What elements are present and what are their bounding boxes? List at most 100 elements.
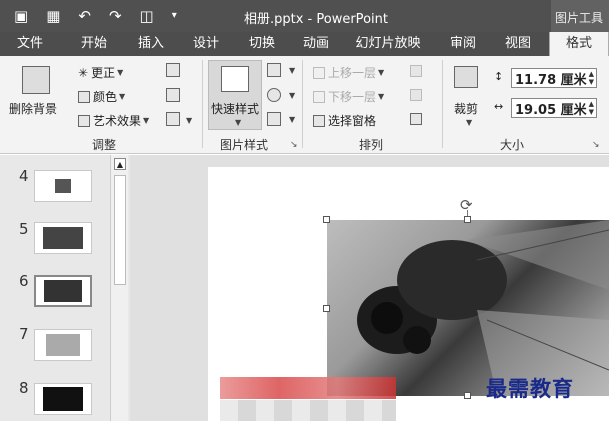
quick-styles-label: 快速样式 — [211, 102, 260, 116]
chevron-down-icon: ▼ — [289, 115, 296, 124]
group-label-picture-styles: 图片样式 — [220, 138, 269, 152]
slide-thumbnail[interactable] — [34, 329, 92, 361]
slide-number: 4 — [19, 167, 29, 185]
corrections-button[interactable]: ✳ 更正 ▼ — [78, 64, 123, 81]
tab-insert[interactable]: 插入 — [131, 32, 171, 56]
chevron-down-icon: ▼ — [143, 116, 150, 125]
tab-design[interactable]: 设计 — [186, 32, 226, 56]
group-label-arrange: 排列 — [359, 138, 384, 152]
height-icon: ↕ — [494, 70, 504, 83]
slide-thumbnail[interactable] — [34, 383, 92, 415]
slide-number: 8 — [19, 379, 29, 397]
dialog-launcher-icon[interactable]: ↘ — [290, 140, 298, 150]
selected-picture[interactable] — [327, 220, 609, 396]
chevron-down-icon: ▼ — [378, 92, 385, 101]
ribbon: 删除背景 ✳ 更正 ▼ 颜色 ▼ 艺术效果 ▼ ▼ 调整 快速样式 ▼ ▼ ▼ ▼ 图… — [0, 56, 609, 154]
height-input[interactable]: 11.78 厘米 ▲ ▼ — [511, 68, 597, 88]
quick-access-toolbar: ▣ ▦ ↶ ↷ ◫ ▾ — [14, 6, 177, 26]
tab-animations[interactable]: 动画 — [296, 32, 336, 56]
remove-background-button[interactable]: 删除背景 — [9, 100, 57, 117]
chevron-down-icon: ▼ — [289, 66, 296, 75]
width-icon: ↔ — [494, 100, 504, 113]
picture-tools-context: 图片工具 — [551, 0, 609, 32]
start-show-icon[interactable]: ◫ — [140, 6, 154, 26]
resize-handle[interactable] — [323, 216, 330, 223]
tab-transitions[interactable]: 切换 — [242, 32, 282, 56]
save-icon[interactable]: ▦ — [46, 6, 60, 26]
reset-picture-icon[interactable] — [166, 112, 180, 126]
slide-number: 5 — [19, 220, 29, 238]
corrections-icon: ✳ — [78, 65, 89, 80]
scrollbar-thumb[interactable] — [114, 175, 126, 285]
bring-forward-icon — [313, 66, 325, 79]
crop-icon — [454, 66, 478, 88]
thumbnail-scrollbar[interactable]: ▲ — [110, 155, 128, 421]
redo-icon[interactable]: ↷ — [109, 6, 122, 26]
thumbnail-image — [55, 179, 71, 193]
resize-handle[interactable] — [464, 216, 471, 223]
artistic-effects-button[interactable]: 艺术效果 ▼ — [78, 112, 149, 129]
group-label-size: 大小 — [500, 138, 525, 152]
width-input[interactable]: 19.05 厘米 ▲ ▼ — [511, 98, 597, 118]
thumbnail-image — [44, 280, 82, 302]
dragonfly-image — [357, 220, 609, 396]
title-bar: ▣ ▦ ↶ ↷ ◫ ▾ 相册.pptx - PowerPoint 图片工具 — [0, 0, 609, 32]
chevron-down-icon: ▼ — [289, 91, 296, 100]
group-objects-icon[interactable] — [410, 89, 422, 101]
chevron-down-icon: ▼ — [235, 118, 242, 127]
selection-pane-icon — [313, 114, 325, 127]
picture-effects-icon[interactable] — [267, 88, 281, 102]
resize-handle[interactable] — [323, 305, 330, 312]
powerpoint-icon[interactable]: ▣ — [14, 6, 28, 26]
crop-button[interactable]: 裁剪 — [454, 100, 478, 117]
slide-number: 7 — [19, 325, 29, 343]
window-title: 相册.pptx - PowerPoint — [244, 12, 388, 27]
rotate-handle-icon[interactable]: ⟳ — [460, 196, 473, 214]
ribbon-tabs: 文件 开始 插入 设计 切换 动画 幻灯片放映 审阅 视图 格式 — [0, 32, 609, 56]
selection-pane-button[interactable]: 选择窗格 — [313, 112, 376, 129]
spinner-icon[interactable]: ▲ ▼ — [589, 100, 594, 116]
picture-border-icon[interactable] — [267, 63, 281, 77]
remove-background-icon — [22, 66, 50, 94]
slide-thumbnail[interactable] — [34, 222, 92, 254]
slide-thumbnail-selected[interactable] — [34, 275, 92, 307]
send-backward-button[interactable]: 下移一层 ▼ — [313, 88, 384, 105]
thumbnail-image — [43, 387, 83, 411]
chevron-down-icon: ▼ — [119, 92, 126, 101]
watermark-text: 最需教育 — [486, 376, 574, 401]
group-separator — [202, 60, 203, 148]
chevron-down-icon: ▼ — [466, 118, 473, 127]
scroll-up-icon[interactable]: ▲ — [114, 158, 126, 170]
send-backward-icon — [313, 90, 325, 103]
group-separator — [442, 60, 443, 148]
spinner-icon[interactable]: ▲ ▼ — [589, 70, 594, 86]
tab-home[interactable]: 开始 — [74, 32, 114, 56]
chevron-down-icon: ▼ — [378, 68, 385, 77]
redacted-area — [220, 400, 396, 421]
quick-styles-icon — [221, 66, 249, 92]
change-picture-icon[interactable] — [166, 88, 180, 102]
tab-view[interactable]: 视图 — [498, 32, 538, 56]
tab-review[interactable]: 审阅 — [443, 32, 483, 56]
picture-layout-icon[interactable] — [267, 112, 281, 126]
undo-icon[interactable]: ↶ — [78, 6, 91, 26]
tab-slide-show[interactable]: 幻灯片放映 — [348, 32, 428, 56]
chevron-down-icon: ▼ — [186, 116, 193, 125]
chevron-down-icon: ▼ — [117, 68, 124, 77]
slide-thumbnail[interactable] — [34, 170, 92, 202]
dialog-launcher-icon[interactable]: ↘ — [592, 140, 600, 150]
customize-qat-icon[interactable]: ▾ — [172, 6, 177, 26]
tab-file[interactable]: 文件 — [10, 32, 50, 56]
redacted-area — [220, 377, 396, 399]
thumbnail-image — [46, 334, 80, 356]
resize-handle[interactable] — [464, 392, 471, 399]
compress-pictures-icon[interactable] — [166, 63, 180, 77]
group-label-adjust: 调整 — [92, 138, 117, 152]
bring-forward-button[interactable]: 上移一层 ▼ — [313, 64, 384, 81]
slide-number: 6 — [19, 272, 29, 290]
color-button[interactable]: 颜色 ▼ — [78, 88, 125, 105]
align-icon[interactable] — [410, 65, 422, 77]
color-icon — [78, 90, 90, 103]
rotate-icon[interactable] — [410, 113, 422, 125]
tab-format[interactable]: 格式 — [549, 32, 609, 56]
